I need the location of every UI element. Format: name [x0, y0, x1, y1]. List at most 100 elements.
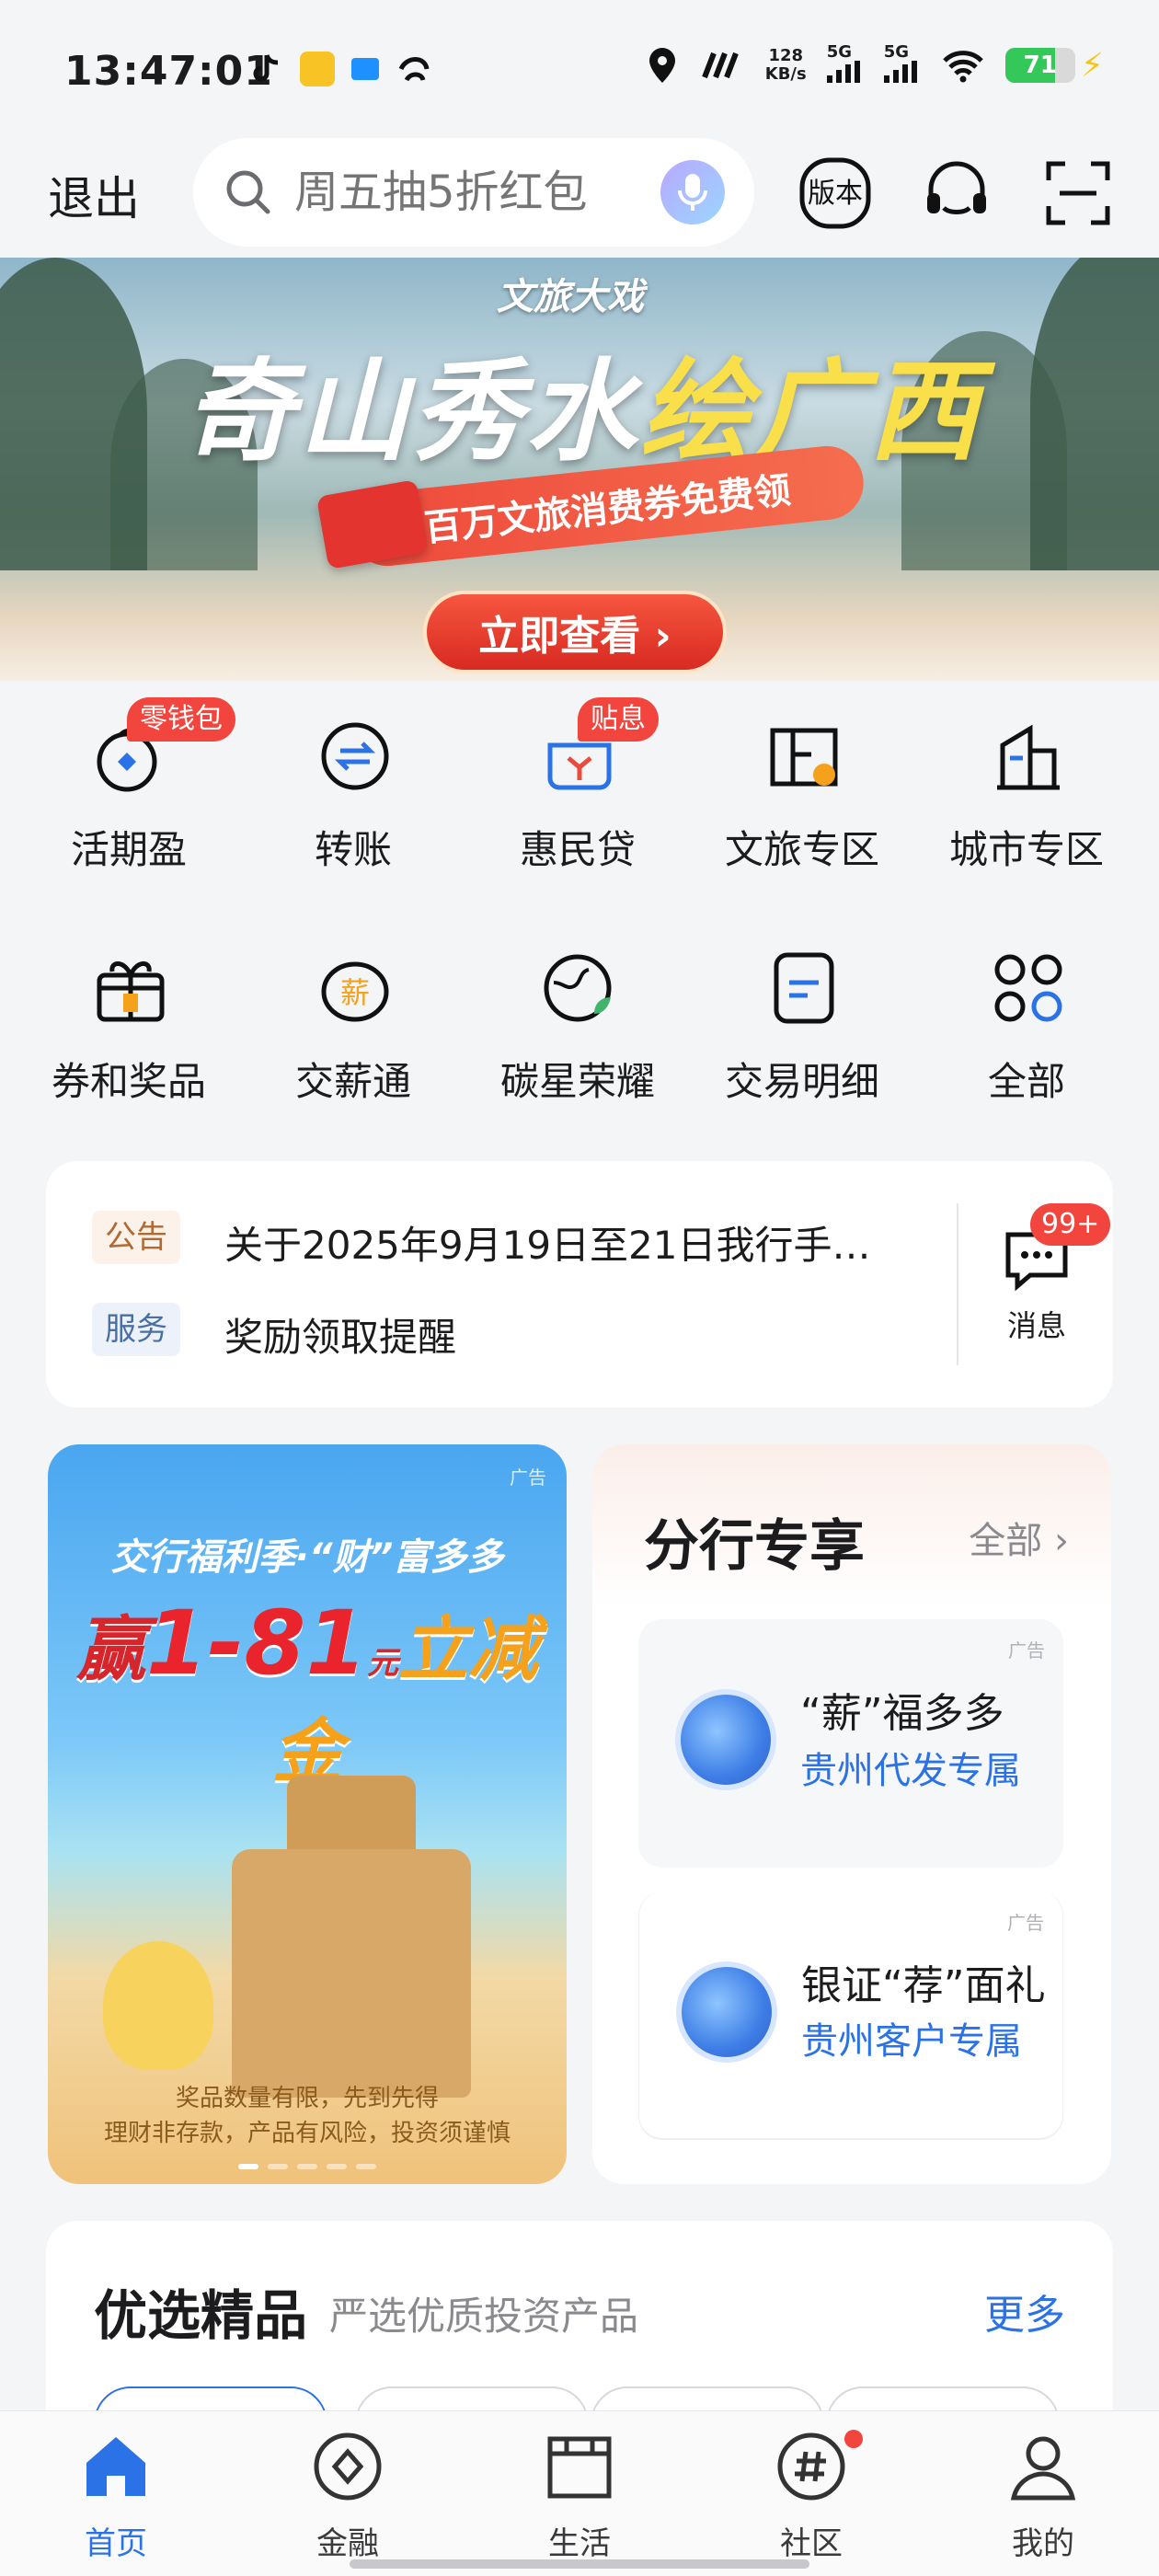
life-icon	[547, 2436, 612, 2499]
app-notification-icon	[351, 58, 379, 80]
home-indicator[interactable]	[350, 2559, 809, 2569]
nav-label: 生活	[548, 2525, 611, 2562]
featured-more-link[interactable]: 更多	[984, 2282, 1065, 2340]
charging-icon: ⚡	[1080, 46, 1104, 85]
grid-item-huiminloan[interactable]: 贴息 惠民贷	[467, 681, 688, 883]
community-icon	[777, 2432, 845, 2501]
nav-profile[interactable]: 我的	[951, 2430, 1135, 2568]
sandcastle-illustration	[232, 1849, 471, 2098]
signal-icon	[826, 61, 860, 83]
grid-item-salary[interactable]: 薪 交薪通	[243, 913, 464, 1115]
branch-item-title: 银证“荐”面礼	[801, 1962, 1046, 2009]
grid-badge: 零钱包	[127, 697, 235, 742]
featured-title: 优选精品	[94, 2284, 308, 2347]
promo-amount: 1-81	[145, 1592, 368, 1695]
branch-item[interactable]: 广告 银证“荐”面礼 贵州客户专属	[638, 1892, 1063, 2140]
nav-life[interactable]: 生活	[488, 2430, 671, 2568]
view-now-button[interactable]: 立即查看 ›	[423, 591, 727, 673]
promo-footnote: 奖品数量有限，先到先得	[175, 2085, 439, 2112]
ad-tag: 广告	[1008, 1639, 1045, 1662]
svg-text:薪: 薪	[340, 975, 370, 1010]
battery-level: 71	[1023, 52, 1057, 79]
promo-subtitle: 交行福利季·“财”富多多	[110, 1536, 504, 1579]
svg-text:版本: 版本	[808, 178, 863, 210]
promo-banner[interactable]: 广告 交行福利季·“财”富多多 赢1-81元立减金 奖品数量有限，先到先得 理财…	[48, 1444, 567, 2184]
status-indicators: 128 KB/s 5G 5G 71 ⚡	[646, 44, 1104, 86]
service-text[interactable]: 奖励领取提醒	[224, 1306, 960, 1363]
hd-icon	[701, 52, 739, 79]
hero-banner[interactable]: 文旅大戏 奇山秀水绘广西 百万文旅消费券免费领 立即查看 ›	[0, 258, 1159, 681]
tiktok-icon	[253, 54, 279, 82]
earth-icon	[544, 954, 612, 1022]
headset-icon[interactable]	[918, 155, 995, 232]
branch-exclusive-card: 分行专享 全部 › 广告 “薪”福多多 贵州代发专属 广告 银证“荐”面礼 贵州…	[592, 1444, 1111, 2184]
notification-dot	[844, 2430, 863, 2448]
search-input[interactable]	[294, 167, 681, 218]
grid-label: 交易明细	[724, 1059, 879, 1104]
top-header: 退出 版本	[0, 138, 1159, 258]
finance-icon	[314, 2432, 382, 2501]
grid-item-carbon[interactable]: 碳星荣耀	[467, 913, 688, 1115]
nav-label: 社区	[780, 2525, 843, 2562]
mascot-illustration	[103, 1941, 213, 2070]
location-icon	[648, 48, 675, 83]
branch-item[interactable]: 广告 “薪”福多多 贵州代发专属	[638, 1619, 1063, 1868]
promo-unit: 元	[367, 1645, 399, 1682]
grid-item-travel[interactable]: 文旅专区	[692, 681, 912, 883]
ad-tag: 广告	[1007, 1912, 1044, 1934]
grid-item-transfer[interactable]: 转账	[243, 681, 464, 883]
signal-sim1: 5G	[826, 44, 864, 86]
carousel-dot[interactable]	[238, 2164, 258, 2169]
signal-icon	[883, 61, 917, 83]
grid-label: 惠民贷	[519, 827, 636, 872]
announcement-tag: 公告	[92, 1211, 180, 1264]
salary-icon: 薪	[321, 961, 389, 1022]
grid-label: 城市专区	[948, 827, 1104, 872]
quick-access-grid: 零钱包 活期盈 转账 贴息 惠民贷 文旅专区 城市专区 券和奖品 薪 交薪通 碳…	[0, 681, 1159, 1141]
coin-icon	[675, 1689, 776, 1790]
exit-button[interactable]: 退出	[48, 162, 140, 228]
grid-label: 活期盈	[70, 827, 187, 872]
city-icon	[997, 724, 1060, 790]
promo-headline: 赢1-81元立减金	[48, 1592, 567, 1796]
carousel-dot[interactable]	[327, 2164, 347, 2169]
carousel-dot[interactable]	[297, 2164, 317, 2169]
nav-finance[interactable]: 金融	[256, 2430, 440, 2568]
grid-item-all[interactable]: 全部	[916, 913, 1137, 1115]
banner-subtitle: 文旅大戏	[497, 276, 644, 318]
gift-icon	[97, 961, 165, 1022]
notice-card: 公告 关于2025年9月19日至21日我行手… 服务 奖励领取提醒 99+ 消息	[46, 1161, 1113, 1408]
nav-community[interactable]: 社区	[719, 2430, 903, 2568]
message-label[interactable]: 消息	[1003, 1303, 1071, 1345]
carousel-dots	[48, 2164, 567, 2169]
scan-icon[interactable]	[1039, 155, 1117, 232]
signal-sim2: 5G	[883, 44, 921, 86]
network-speed: 128 KB/s	[764, 46, 807, 84]
grid-item-coupons[interactable]: 券和奖品	[18, 913, 239, 1115]
nav-label: 金融	[316, 2525, 379, 2562]
announcement-text[interactable]: 关于2025年9月19日至21日我行手…	[224, 1214, 960, 1271]
grid-label: 全部	[987, 1059, 1065, 1104]
grid-label: 转账	[314, 827, 392, 872]
branch-all-link[interactable]: 全部 ›	[969, 1511, 1069, 1564]
grid-label: 碳星荣耀	[499, 1059, 655, 1104]
battery-body: 71	[1004, 48, 1075, 83]
nav-home[interactable]: 首页	[24, 2430, 208, 2568]
notice-divider	[957, 1203, 958, 1365]
carousel-dot[interactable]	[356, 2164, 376, 2169]
mic-icon[interactable]	[660, 160, 725, 224]
coin-icon	[676, 1961, 777, 2063]
grid-item-transactions[interactable]: 交易明细	[692, 913, 912, 1115]
carousel-dot[interactable]	[268, 2164, 288, 2169]
version-icon[interactable]: 版本	[797, 155, 874, 232]
home-icon	[86, 2437, 145, 2496]
telecom-icon	[398, 57, 430, 82]
status-notification-icons	[248, 51, 432, 87]
grid-item-city[interactable]: 城市专区	[916, 681, 1137, 883]
grid-label: 交薪通	[294, 1059, 411, 1104]
battery: 71 ⚡	[1004, 46, 1104, 85]
search-bar[interactable]	[193, 138, 754, 247]
profile-icon	[1010, 2436, 1076, 2501]
app-notification-icon	[300, 52, 335, 86]
grid-item-huoqiying[interactable]: 零钱包 活期盈	[18, 681, 239, 883]
